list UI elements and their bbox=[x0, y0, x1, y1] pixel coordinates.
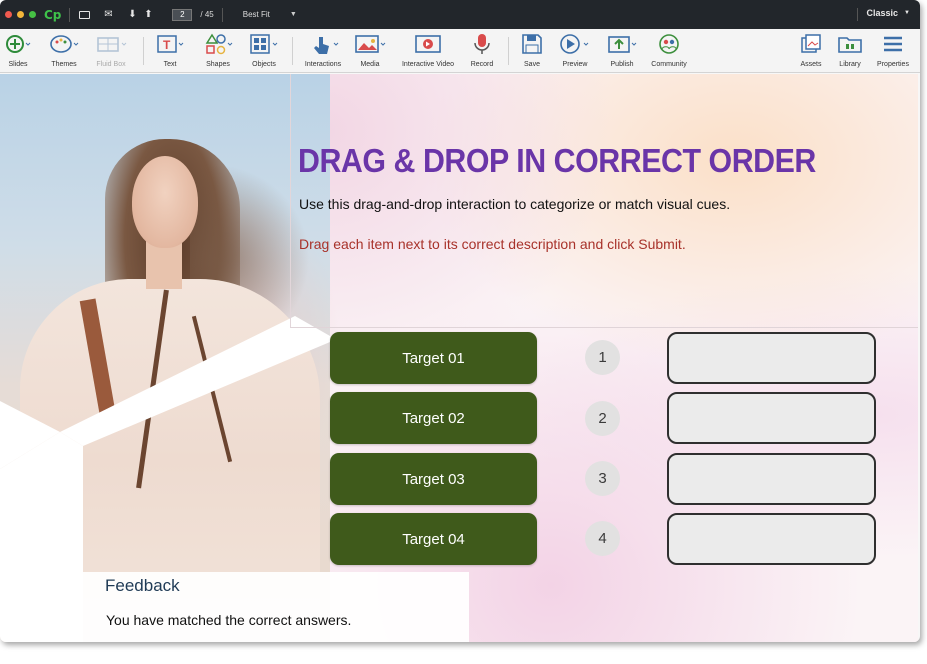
publish-icon bbox=[608, 36, 637, 53]
drag-target-2[interactable]: Target 02 bbox=[330, 392, 537, 444]
order-number-4: 4 bbox=[585, 521, 620, 556]
objects-button[interactable]: Objects bbox=[246, 33, 282, 68]
assets-icon bbox=[801, 34, 821, 53]
svg-text:T: T bbox=[163, 38, 171, 52]
feedback-title: Feedback bbox=[105, 576, 180, 595]
workspace-label: Classic bbox=[866, 8, 899, 18]
slide-canvas: DRAG & DROP IN CORRECT ORDER Use this dr… bbox=[0, 74, 918, 642]
library-icon bbox=[838, 37, 862, 53]
drop-zone-3[interactable] bbox=[667, 453, 876, 505]
slide-subtitle: Use this drag-and-drop interaction to ca… bbox=[299, 196, 731, 212]
zoom-select[interactable]: Best Fit bbox=[243, 10, 270, 19]
slides-button[interactable]: Slides bbox=[2, 33, 34, 68]
workspace-select[interactable]: Classic ▼ bbox=[867, 8, 910, 18]
save-button[interactable]: Save bbox=[517, 33, 547, 68]
slide-instruction: Drag each item next to its correct descr… bbox=[299, 236, 686, 252]
properties-button[interactable]: Properties bbox=[872, 33, 914, 68]
order-number-2: 2 bbox=[585, 401, 620, 436]
arrow-down-icon[interactable]: ⬇ bbox=[126, 9, 138, 20]
mail-icon[interactable]: ✉ bbox=[102, 9, 114, 20]
library-button[interactable]: Library bbox=[834, 33, 866, 68]
preview-button[interactable]: Preview bbox=[558, 33, 592, 68]
record-button[interactable]: Record bbox=[466, 33, 498, 68]
community-button[interactable]: Community bbox=[645, 33, 693, 68]
save-icon bbox=[522, 34, 542, 54]
drop-zone-2[interactable] bbox=[667, 392, 876, 444]
content-divider bbox=[290, 327, 918, 328]
interactions-icon bbox=[314, 37, 339, 54]
minimize-window-button[interactable] bbox=[17, 11, 24, 18]
interactions-button[interactable]: Interactions bbox=[300, 33, 346, 68]
chevron-down-icon: ▼ bbox=[904, 10, 910, 16]
text-button[interactable]: T Text bbox=[155, 33, 185, 68]
page-total: / 45 bbox=[200, 10, 214, 19]
window-controls bbox=[5, 11, 36, 18]
drop-zone-1[interactable] bbox=[667, 332, 876, 384]
shapes-button[interactable]: Shapes bbox=[200, 33, 236, 68]
fluid-box-button[interactable]: Fluid Box bbox=[93, 33, 129, 68]
feedback-panel: Feedback You have matched the correct an… bbox=[83, 572, 469, 642]
close-window-button[interactable] bbox=[5, 11, 12, 18]
app-window: Cp ✉ ⬇ ⬆ 2 / 45 Best Fit ▼ Classic ▼ Sli… bbox=[0, 0, 920, 642]
play-icon bbox=[560, 34, 589, 54]
objects-icon bbox=[250, 34, 278, 54]
drag-target-1[interactable]: Target 01 bbox=[330, 332, 537, 384]
filmstrip-icon[interactable] bbox=[78, 10, 90, 20]
drag-target-4[interactable]: Target 04 bbox=[330, 513, 537, 565]
shapes-icon bbox=[205, 33, 233, 55]
order-number-3: 3 bbox=[585, 461, 620, 496]
main-toolbar: Slides Themes Fluid Box T Text Shapes Ob… bbox=[0, 29, 920, 73]
themes-button[interactable]: Themes bbox=[46, 33, 82, 68]
microphone-icon bbox=[474, 34, 490, 54]
interactive-video-icon bbox=[415, 35, 441, 53]
order-number-1: 1 bbox=[585, 340, 620, 375]
publish-button[interactable]: Publish bbox=[604, 33, 640, 68]
drop-zone-4[interactable] bbox=[667, 513, 876, 565]
slide-title: DRAG & DROP IN CORRECT ORDER bbox=[298, 142, 816, 179]
feedback-message: You have matched the correct answers. bbox=[106, 612, 352, 628]
assets-button[interactable]: Assets bbox=[796, 33, 826, 68]
palette-icon bbox=[50, 35, 79, 53]
page-number-input[interactable]: 2 bbox=[172, 8, 193, 21]
interactive-video-button[interactable]: Interactive Video bbox=[396, 33, 460, 68]
drag-target-3[interactable]: Target 03 bbox=[330, 453, 537, 505]
arrow-up-icon[interactable]: ⬆ bbox=[142, 9, 154, 20]
add-slide-icon bbox=[6, 35, 31, 53]
media-button[interactable]: Media bbox=[352, 33, 388, 68]
header-divider bbox=[290, 74, 291, 327]
properties-icon bbox=[884, 36, 902, 52]
community-icon bbox=[659, 34, 679, 54]
text-icon: T bbox=[157, 35, 184, 53]
media-icon bbox=[355, 35, 386, 53]
fluid-box-icon bbox=[97, 37, 127, 52]
chevron-down-icon[interactable]: ▼ bbox=[290, 11, 297, 18]
title-bar: Cp ✉ ⬇ ⬆ 2 / 45 Best Fit ▼ Classic ▼ bbox=[0, 0, 920, 29]
maximize-window-button[interactable] bbox=[29, 11, 36, 18]
captivate-logo-icon: Cp bbox=[44, 7, 62, 22]
